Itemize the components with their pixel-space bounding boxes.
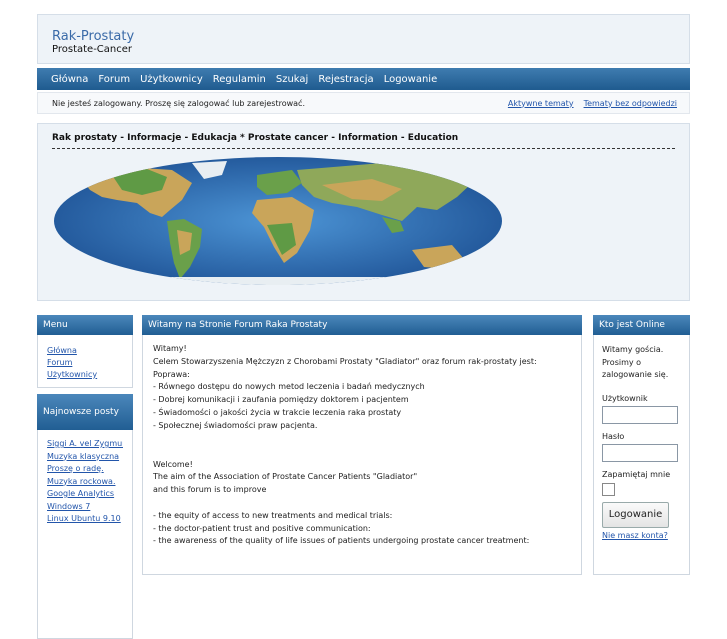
banner-divider (52, 148, 675, 149)
main-column: Witamy na Stronie Forum Raka Prostaty Wi… (142, 315, 582, 575)
login-status-message: Nie jesteś zalogowany. Proszę się zalogo… (52, 98, 305, 108)
main-text-line: - Dobrej komunikacji i zaufania pomiędzy… (153, 395, 409, 405)
online-header: Kto jest Online (593, 315, 690, 335)
status-bar: Nie jesteś zalogowany. Proszę się zalogo… (37, 92, 690, 114)
site-header: Rak-Prostaty Prostate-Cancer (37, 14, 690, 64)
active-topics-link[interactable]: Aktywne tematy (508, 99, 574, 108)
world-map-image (54, 157, 502, 285)
site-title[interactable]: Rak-Prostaty (52, 30, 689, 44)
main-text-line: The aim of the Association of Prostate C… (153, 472, 418, 482)
post-link[interactable]: Muzyka klasyczna (47, 451, 123, 464)
nav-item-forum[interactable]: Forum (98, 74, 130, 85)
main-text-line (153, 497, 571, 510)
menu-link-home[interactable]: Główna (47, 345, 123, 357)
menu-body: Główna Forum Użytkownicy (37, 335, 133, 388)
main-text-line: - Społecznej świadomości praw pacjenta. (153, 420, 318, 430)
main-text-line: - the doctor-patient trust and positive … (153, 523, 371, 533)
menu-column: Menu Główna Forum Użytkownicy Najnowsze … (37, 315, 133, 639)
login-button[interactable]: Logowanie (602, 501, 669, 528)
menu-link-forum[interactable]: Forum (47, 357, 123, 369)
latest-posts-header: Najnowsze posty (37, 394, 133, 430)
main-text-line: Witamy! (153, 344, 187, 353)
post-link[interactable]: Muzyka rockowa. (47, 476, 123, 489)
login-box: Witamy gościa. Prosimy o zalogowanie się… (593, 335, 690, 575)
username-label: Użytkownik (602, 393, 648, 403)
nav-item-rules[interactable]: Regulamin (213, 74, 266, 85)
site-subtitle: Prostate-Cancer (52, 44, 133, 55)
latest-posts-list: Siggi A. vel Zygmunt... Muzyka klasyczna… (37, 430, 133, 639)
post-link[interactable]: Windows 7 (47, 501, 123, 514)
password-input[interactable] (602, 443, 678, 462)
menu-header: Menu (37, 315, 133, 335)
post-link[interactable]: Siggi A. vel Zygmunt... (47, 438, 123, 451)
main-navbar: Główna Forum Użytkownicy Regulamin Szuka… (37, 68, 690, 90)
nav-item-users[interactable]: Użytkownicy (140, 74, 203, 85)
nav-item-login[interactable]: Logowanie (384, 74, 438, 85)
register-link[interactable]: Nie masz konta? (602, 531, 681, 540)
post-link[interactable]: Google Analytics (47, 488, 123, 501)
main-content: Witamy! Celem Stowarzyszenia Mężczyzn z … (142, 335, 582, 575)
post-link[interactable]: Linux Ubuntu 9.10 (47, 513, 123, 526)
nav-item-register[interactable]: Rejestracja (318, 74, 373, 85)
unanswered-topics-link[interactable]: Tematy bez odpowiedzi (584, 99, 677, 108)
nav-item-search[interactable]: Szukaj (276, 74, 308, 85)
post-link[interactable]: Proszę o radę. (47, 463, 123, 476)
guest-welcome-text: Witamy gościa. Prosimy o zalogowanie się… (602, 345, 669, 379)
banner: Rak prostaty - Informacje - Edukacja * P… (37, 123, 690, 301)
main-text-line: Poprawa: (153, 369, 190, 379)
menu-link-users[interactable]: Użytkownicy (47, 369, 123, 381)
main-text-line: Welcome! (153, 459, 193, 469)
online-column: Kto jest Online Witamy gościa. Prosimy o… (593, 315, 690, 575)
username-input[interactable] (602, 405, 678, 424)
main-text-line: - the equity of access to new treatments… (153, 510, 393, 520)
remember-me-label: Zapamiętaj mnie (602, 469, 671, 479)
banner-title: Rak prostaty - Informacje - Edukacja * P… (52, 133, 459, 143)
main-text-line: - Równego dostępu do nowych metod leczen… (153, 382, 425, 392)
password-label: Hasło (602, 431, 625, 441)
main-header: Witamy na Stronie Forum Raka Prostaty (142, 315, 582, 335)
main-text-line: Celem Stowarzyszenia Mężczyzn z Chorobam… (153, 356, 537, 366)
main-text-line: and this forum is to improve (153, 485, 267, 495)
main-text-line: - Świadomości o jakości życia w trakcie … (153, 407, 402, 417)
remember-me-checkbox[interactable] (602, 482, 615, 496)
page-wrapper: Rak-Prostaty Prostate-Cancer Główna Foru… (37, 14, 690, 301)
nav-item-home[interactable]: Główna (51, 74, 88, 85)
main-text-line: - the awareness of the quality of life i… (153, 536, 530, 546)
